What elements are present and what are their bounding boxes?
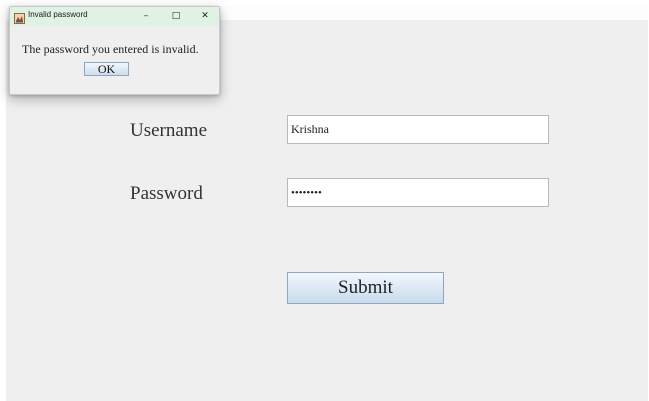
password-label: Password [130, 183, 203, 204]
invalid-password-dialog: Invalid password – □ ✕ The password you … [9, 6, 220, 95]
close-icon[interactable]: ✕ [191, 7, 219, 26]
screen: Username Password Submit Invalid passwor… [0, 0, 649, 401]
username-label: Username [130, 120, 208, 141]
dialog-titlebar[interactable]: Invalid password – □ ✕ [10, 7, 219, 26]
submit-button[interactable]: Submit [287, 272, 444, 304]
minimize-icon[interactable]: – [132, 7, 160, 26]
dialog-message: The password you entered is invalid. [22, 42, 199, 56]
ok-button[interactable]: OK [84, 62, 129, 76]
dialog-title: Invalid password [28, 10, 88, 19]
maximize-icon[interactable]: □ [162, 7, 190, 26]
java-app-icon [14, 11, 25, 24]
username-field[interactable] [287, 115, 549, 144]
password-field[interactable] [287, 178, 549, 207]
